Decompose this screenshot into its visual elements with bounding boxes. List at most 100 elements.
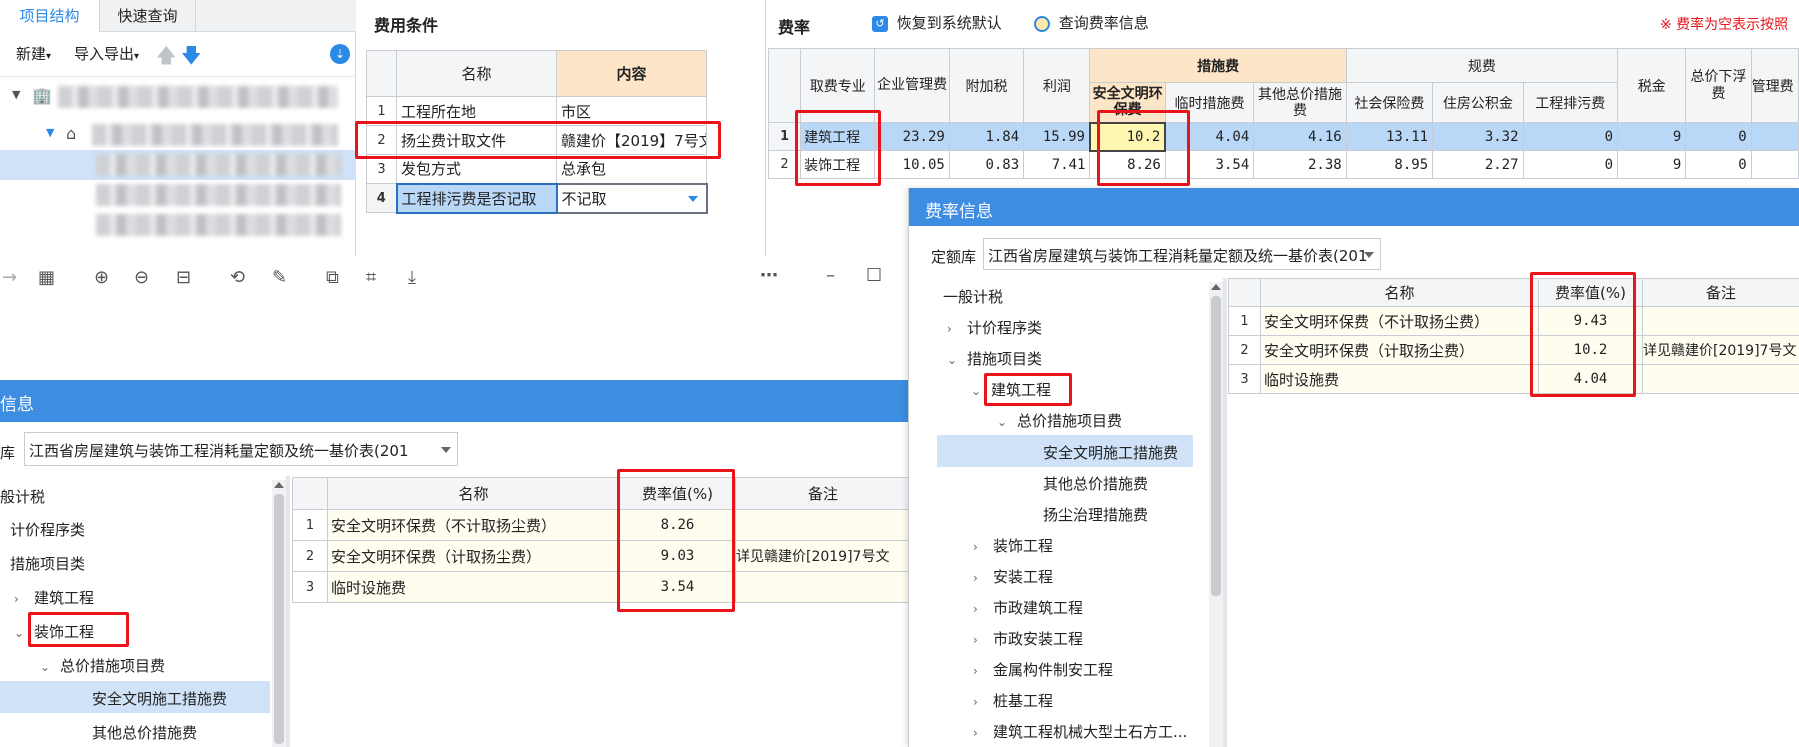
cell-value[interactable]: 市区: [556, 96, 707, 126]
cell-temp[interactable]: 3.54: [1164, 150, 1255, 179]
tree-item[interactable]: › 桩基工程: [973, 690, 1053, 711]
tree-item[interactable]: 计价程序类: [10, 519, 85, 540]
table-row[interactable]: 2 扬尘费计取文件 赣建价【2019】7号文: [366, 125, 707, 155]
zoom-in-icon[interactable]: ⊕: [94, 268, 109, 288]
table-row[interactable]: 3 临时设施费 4.04: [1228, 364, 1799, 394]
pollution-fee-select[interactable]: 不记取: [555, 182, 708, 214]
cell-rate[interactable]: 9.43: [1538, 306, 1643, 336]
tree-item[interactable]: ⌄ 措施项目类: [947, 348, 1042, 369]
cell-total-float[interactable]: 0: [1685, 122, 1752, 151]
tree-expand-icon[interactable]: ▼: [46, 126, 54, 139]
forward-icon[interactable]: →: [2, 268, 17, 288]
cell-mgmt[interactable]: 23.29: [874, 122, 950, 151]
cell-housing[interactable]: 2.27: [1432, 150, 1524, 179]
cell-category[interactable]: 建筑工程: [800, 122, 876, 151]
cell-rate[interactable]: 3.54: [619, 571, 736, 603]
collapse-panel-icon[interactable]: ⇣: [330, 44, 350, 64]
tree-item[interactable]: 安全文明施工措施费: [1043, 442, 1178, 463]
cell-other-total[interactable]: 4.16: [1253, 122, 1347, 151]
tree-item[interactable]: › 装饰工程: [973, 535, 1053, 556]
tree-item[interactable]: › 安装工程: [973, 566, 1053, 587]
tree-item[interactable]: › 建筑工程: [14, 587, 94, 608]
move-down-icon[interactable]: 🡇: [181, 41, 202, 75]
tree-item[interactable]: 安全文明施工措施费: [92, 688, 227, 709]
tree-scrollbar[interactable]: [272, 480, 286, 747]
tree-item[interactable]: › 计价程序类: [947, 317, 1042, 338]
crop-icon[interactable]: ⌗: [366, 268, 376, 288]
tree-item[interactable]: 其他总价措施费: [1043, 473, 1148, 494]
actual-size-icon[interactable]: ⊟: [176, 268, 191, 288]
import-export-button[interactable]: 导入导出▾: [74, 44, 139, 67]
cell-surtax[interactable]: 1.84: [948, 122, 1025, 151]
scroll-up-icon[interactable]: [1211, 284, 1221, 290]
scroll-up-icon[interactable]: [274, 482, 284, 488]
cell-tax[interactable]: 9: [1617, 150, 1687, 179]
cell-mgmt[interactable]: 10.05: [874, 150, 950, 179]
copy-icon[interactable]: ⧉: [326, 268, 339, 288]
cell-total-float[interactable]: 0: [1685, 150, 1752, 179]
tree-item[interactable]: › 市政建筑工程: [973, 597, 1083, 618]
tree-item[interactable]: ⌄ 装饰工程: [14, 621, 94, 642]
tab-quick-query[interactable]: 快速查询: [100, 0, 196, 32]
cell-surtax[interactable]: 0.83: [948, 150, 1025, 179]
scroll-thumb[interactable]: [274, 494, 284, 744]
tree-expand-icon[interactable]: ▼: [12, 88, 20, 101]
cell-safety[interactable]: 8.26: [1089, 150, 1166, 179]
tab-project-structure[interactable]: 项目结构: [0, 0, 100, 32]
cell-pollution[interactable]: 0: [1522, 150, 1619, 179]
tree-item[interactable]: 般计税: [0, 486, 45, 507]
cell-mgmt2[interactable]: [1750, 150, 1799, 179]
cell-rate[interactable]: 10.2: [1538, 335, 1643, 365]
cell-safety[interactable]: 10.2: [1088, 121, 1167, 152]
table-row[interactable]: 1 安全文明环保费（不计取扬尘费） 9.43: [1228, 306, 1799, 336]
cell-value[interactable]: 赣建价【2019】7号文: [556, 125, 707, 155]
download-icon[interactable]: ⤓: [408, 268, 416, 288]
cell-tax[interactable]: 9: [1617, 122, 1687, 151]
tree-item[interactable]: › 建筑工程机械大型土石方工...: [973, 721, 1187, 742]
cell-value[interactable]: 总承包: [556, 154, 707, 184]
edit-icon[interactable]: ✎: [272, 268, 287, 288]
restore-default-button[interactable]: ↺ 恢复到系统默认: [872, 12, 1002, 34]
rotate-icon[interactable]: ⟲: [230, 268, 245, 288]
quota-select[interactable]: 江西省房屋建筑与装饰工程消耗量定额及统一基价表(201: [24, 432, 458, 466]
tree-scrollbar[interactable]: [1209, 282, 1223, 747]
cell-mgmt2[interactable]: [1750, 122, 1799, 151]
move-up-icon[interactable]: 🡅: [156, 41, 177, 75]
table-row[interactable]: 2 安全文明环保费（计取扬尘费） 10.2 详见赣建价[2019]7号文: [1228, 335, 1799, 365]
cell-housing[interactable]: 3.32: [1432, 122, 1524, 151]
tree-item[interactable]: › 市政安装工程: [973, 628, 1083, 649]
cell-category[interactable]: 装饰工程: [800, 150, 876, 179]
grid-icon[interactable]: ▦: [38, 268, 55, 288]
tree-item[interactable]: 扬尘治理措施费: [1043, 504, 1148, 525]
tree-item[interactable]: 一般计税: [943, 286, 1003, 307]
cell-rate[interactable]: 4.04: [1538, 364, 1643, 394]
tree-item[interactable]: 其他总价措施费: [92, 722, 197, 743]
more-icon[interactable]: ⋯: [760, 266, 778, 286]
cell-social[interactable]: 13.11: [1345, 122, 1434, 151]
table-row[interactable]: 1 工程所在地 市区: [366, 96, 707, 126]
tree-item[interactable]: ⌄ 总价措施项目费: [997, 410, 1122, 431]
cell-profit[interactable]: 7.41: [1023, 150, 1091, 179]
table-row[interactable]: 4 工程排污费是否记取 不记取: [366, 182, 708, 214]
zoom-out-icon[interactable]: ⊖: [134, 268, 149, 288]
tree-item[interactable]: ⌄ 总价措施项目费: [40, 655, 165, 676]
chevron-down-icon[interactable]: [687, 195, 698, 202]
tree-item[interactable]: ⌄ 建筑工程: [971, 379, 1051, 400]
quota-select[interactable]: 江西省房屋建筑与装饰工程消耗量定额及统一基价表(201: [983, 238, 1381, 270]
table-row[interactable]: 1 安全文明环保费（不计取扬尘费） 8.26: [292, 509, 911, 541]
tree-item[interactable]: › 金属构件制安工程: [973, 659, 1113, 680]
minimize-icon[interactable]: –: [826, 266, 835, 286]
cell-other-total[interactable]: 2.38: [1253, 150, 1347, 179]
table-row[interactable]: 3 临时设施费 3.54: [292, 571, 911, 603]
cell-pollution[interactable]: 0: [1522, 122, 1619, 151]
cell-rate[interactable]: 9.03: [619, 540, 736, 572]
maximize-icon[interactable]: ☐: [866, 266, 882, 286]
cell-rate[interactable]: 8.26: [619, 509, 736, 541]
table-row[interactable]: 1 建筑工程 23.29 1.84 15.99 10.2 4.04 4.16 1…: [767, 121, 1799, 152]
table-row[interactable]: 2 安全文明环保费（计取扬尘费） 9.03 详见赣建价[2019]7号文: [292, 540, 911, 572]
table-row[interactable]: 2 装饰工程 10.05 0.83 7.41 8.26 3.54 2.38 8.…: [767, 150, 1799, 179]
scroll-thumb[interactable]: [1211, 296, 1221, 596]
table-row[interactable]: 3 发包方式 总承包: [366, 154, 707, 184]
cell-temp[interactable]: 4.04: [1164, 122, 1255, 151]
cell-profit[interactable]: 15.99: [1023, 122, 1091, 151]
